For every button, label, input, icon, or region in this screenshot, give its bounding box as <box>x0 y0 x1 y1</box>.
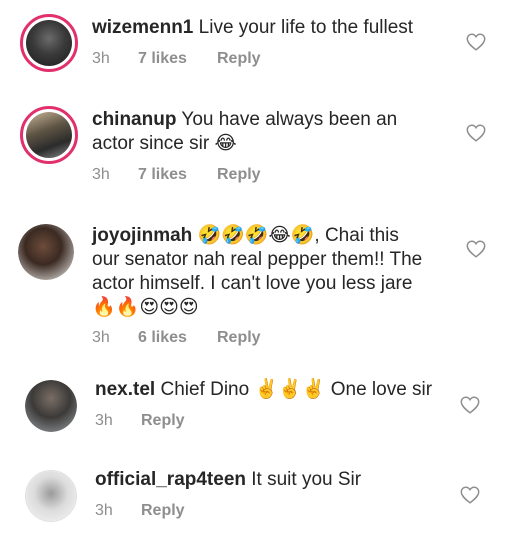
comment-username[interactable]: official_rap4teen <box>95 469 246 490</box>
likes-count[interactable]: 7 likes <box>138 50 217 68</box>
comment-text: You have always been an <box>181 109 398 130</box>
comment-text-line2: actor since sir 😂 <box>92 133 237 154</box>
comment-chinanup: chinanup You have always been an actor s… <box>0 92 506 202</box>
avatar[interactable] <box>25 380 77 432</box>
comment-nex-tel: nex.tel Chief Dino ✌️✌️✌️ One love sir 3… <box>0 368 506 458</box>
comment-username[interactable]: joyojinmah <box>92 225 192 246</box>
heart-outline-icon[interactable] <box>459 484 481 506</box>
comment-text: It suit you Sir <box>251 469 362 490</box>
comment-username[interactable]: chinanup <box>92 109 176 130</box>
comment-official-rap4teen: official_rap4teen It suit you Sir 3h Rep… <box>0 458 506 540</box>
comment-username[interactable]: wizemenn1 <box>92 17 193 38</box>
avatar[interactable] <box>20 106 78 164</box>
comment-time: 3h <box>92 329 110 346</box>
comment-joyojinmah: joyojinmah 🤣🤣🤣😂🤣, Chai this our senator … <box>0 212 506 362</box>
comment-text-line2: our senator nah real pepper them!! The <box>92 249 423 270</box>
heart-outline-icon[interactable] <box>459 394 481 416</box>
reply-button[interactable]: Reply <box>217 329 261 347</box>
comment-time: 3h <box>95 502 113 519</box>
comment-time: 3h <box>95 412 113 429</box>
comment-text: 🤣🤣🤣😂🤣, Chai this <box>197 225 399 246</box>
heart-outline-icon[interactable] <box>465 122 487 144</box>
heart-outline-icon[interactable] <box>465 31 487 53</box>
comment-text-line3: actor himself. I can't love you less jar… <box>92 273 413 294</box>
likes-count[interactable]: 7 likes <box>138 166 217 184</box>
avatar[interactable] <box>18 224 74 280</box>
comment-text: Chief Dino ✌️✌️✌️ One love sir <box>160 379 433 400</box>
comment-time: 3h <box>92 50 110 67</box>
comment-time: 3h <box>92 166 110 183</box>
avatar[interactable] <box>20 14 78 72</box>
reply-button[interactable]: Reply <box>141 502 185 520</box>
avatar[interactable] <box>25 470 77 522</box>
likes-count[interactable]: 6 likes <box>138 329 217 347</box>
reply-button[interactable]: Reply <box>141 412 185 430</box>
comment-username[interactable]: nex.tel <box>95 379 155 400</box>
comment-text-line4: 🔥🔥😍😍😍 <box>92 297 199 318</box>
comment-wizemenn1: wizemenn1 Live your life to the fullest … <box>0 0 506 90</box>
reply-button[interactable]: Reply <box>217 166 261 184</box>
heart-outline-icon[interactable] <box>465 238 487 260</box>
reply-button[interactable]: Reply <box>217 50 261 68</box>
comment-text: Live your life to the fullest <box>198 17 414 38</box>
